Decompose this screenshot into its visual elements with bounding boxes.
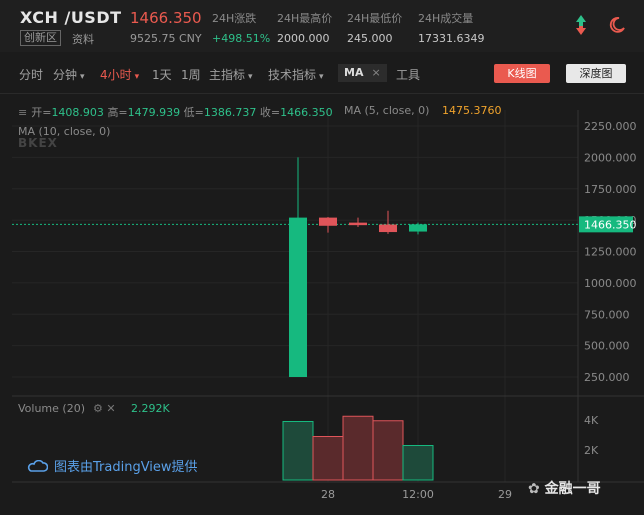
tools-button[interactable]: 工具: [396, 66, 420, 83]
low-label: 低=: [183, 106, 204, 119]
chevron-down-icon: ▾: [248, 72, 253, 82]
hamburger-icon[interactable]: ≡: [18, 106, 27, 119]
volume-bar: [402, 445, 434, 481]
volume-settings-icon[interactable]: ⚙ ✕: [93, 402, 116, 415]
interval-4h-label: 4小时: [100, 68, 132, 82]
candle-body: [349, 222, 367, 226]
pair-title[interactable]: XCH /USDT: [20, 8, 122, 27]
main-indicator-menu[interactable]: 主指标 ▾: [209, 66, 253, 83]
kline-button[interactable]: K线图: [494, 64, 550, 83]
volume-tick-label: 4K: [584, 414, 599, 427]
volume-bar: [342, 415, 374, 481]
zone-badge: 创新区: [20, 30, 61, 46]
wechat-icon: ✿: [528, 481, 540, 497]
chevron-down-icon: ▾: [319, 72, 324, 82]
open-value: 1408.903: [51, 106, 104, 119]
stat-change-value: +498.51%: [212, 32, 271, 45]
interval-timeline[interactable]: 分时: [19, 66, 43, 83]
ma5-label: MA (5, close, 0): [344, 104, 430, 117]
interval-1w[interactable]: 1周: [181, 66, 201, 83]
wechat-watermark: ✿ 金融一哥: [528, 478, 601, 498]
price-tick-label: 1000.000: [584, 277, 637, 290]
chevron-down-icon: ▾: [134, 72, 140, 82]
time-tick-label: 29: [498, 488, 512, 501]
chevron-down-icon: ▾: [80, 72, 85, 82]
info-link[interactable]: 资料: [72, 31, 94, 47]
stat-high-label: 24H最高价: [277, 12, 333, 25]
tradingview-credit[interactable]: 图表由TradingView提供: [26, 456, 198, 475]
close-icon[interactable]: ×: [371, 66, 380, 79]
price-tick-label: 2250.000: [584, 120, 637, 133]
price-tick-label: 500.000: [584, 340, 630, 353]
depth-chart-button[interactable]: 深度图: [566, 64, 626, 83]
price-tick-label: 750.000: [584, 308, 630, 321]
interval-minute[interactable]: 分钟 ▾: [53, 66, 85, 83]
close-value: 1466.350: [280, 106, 333, 119]
price-cny: 9525.75 CNY: [130, 32, 202, 45]
ma5-value: 1475.3760: [442, 104, 502, 117]
bkex-watermark: BKEX: [18, 136, 58, 150]
header: XCH /USDT 创新区 资料 1466.350 9525.75 CNY 24…: [0, 0, 644, 52]
ma-indicator-chip[interactable]: MA ×: [338, 64, 387, 82]
price-tick-label: 250.000: [584, 371, 630, 384]
volume-value: 2.292K: [131, 402, 170, 415]
candle-body: [319, 217, 337, 226]
stat-low-label: 24H最低价: [347, 12, 403, 25]
moon-icon[interactable]: [608, 16, 626, 34]
high-label: 高=: [107, 106, 128, 119]
stat-low-value: 245.000: [347, 32, 393, 45]
price-tick-label: 2000.000: [584, 151, 637, 164]
last-price: 1466.350: [130, 9, 202, 27]
stat-volume-value: 17331.6349: [418, 32, 485, 45]
cloud-icon: [27, 460, 48, 472]
price-tick-label: 1750.000: [584, 183, 637, 196]
volume-bar: [312, 436, 344, 481]
volume-bar: [282, 421, 314, 481]
tech-indicator-label: 技术指标: [268, 68, 317, 82]
up-down-arrow-icon[interactable]: [574, 14, 588, 36]
volume-label: Volume (20): [18, 402, 85, 415]
high-value: 1479.939: [127, 106, 181, 119]
interval-1d[interactable]: 1天: [152, 66, 172, 83]
ohlc-legend: ≡ 开=1408.903 高=1479.939 低=1386.737 收=1466…: [18, 104, 333, 120]
stat-high-value: 2000.000: [277, 32, 330, 45]
current-price-label: 1466.350: [584, 218, 637, 231]
candle-body: [289, 217, 307, 377]
credit-text: 图表由TradingView提供: [54, 460, 198, 475]
ma-chip-label: MA: [344, 66, 364, 79]
time-tick-label: 28: [321, 488, 335, 501]
main-indicator-label: 主指标: [209, 68, 246, 82]
current-price-badge: [579, 216, 633, 233]
price-tick-label: 1500.000: [584, 214, 637, 227]
volume-bar: [372, 420, 404, 481]
open-label: 开=: [31, 106, 52, 119]
stat-change-label: 24H涨跌: [212, 12, 257, 25]
candle-body: [379, 224, 397, 233]
close-label: 收=: [259, 106, 281, 119]
tech-indicator-menu[interactable]: 技术指标 ▾: [268, 66, 324, 83]
stat-volume-label: 24H成交量: [418, 12, 474, 25]
time-tick-label: 12:00: [402, 488, 434, 501]
price-tick-label: 1250.000: [584, 246, 637, 259]
volume-tick-label: 2K: [584, 444, 599, 457]
candle-body: [409, 224, 427, 232]
low-value: 1386.737: [203, 106, 257, 119]
interval-4h[interactable]: 4小时 ▾: [100, 66, 139, 83]
wechat-account-name: 金融一哥: [544, 481, 601, 497]
interval-minute-label: 分钟: [53, 68, 78, 82]
